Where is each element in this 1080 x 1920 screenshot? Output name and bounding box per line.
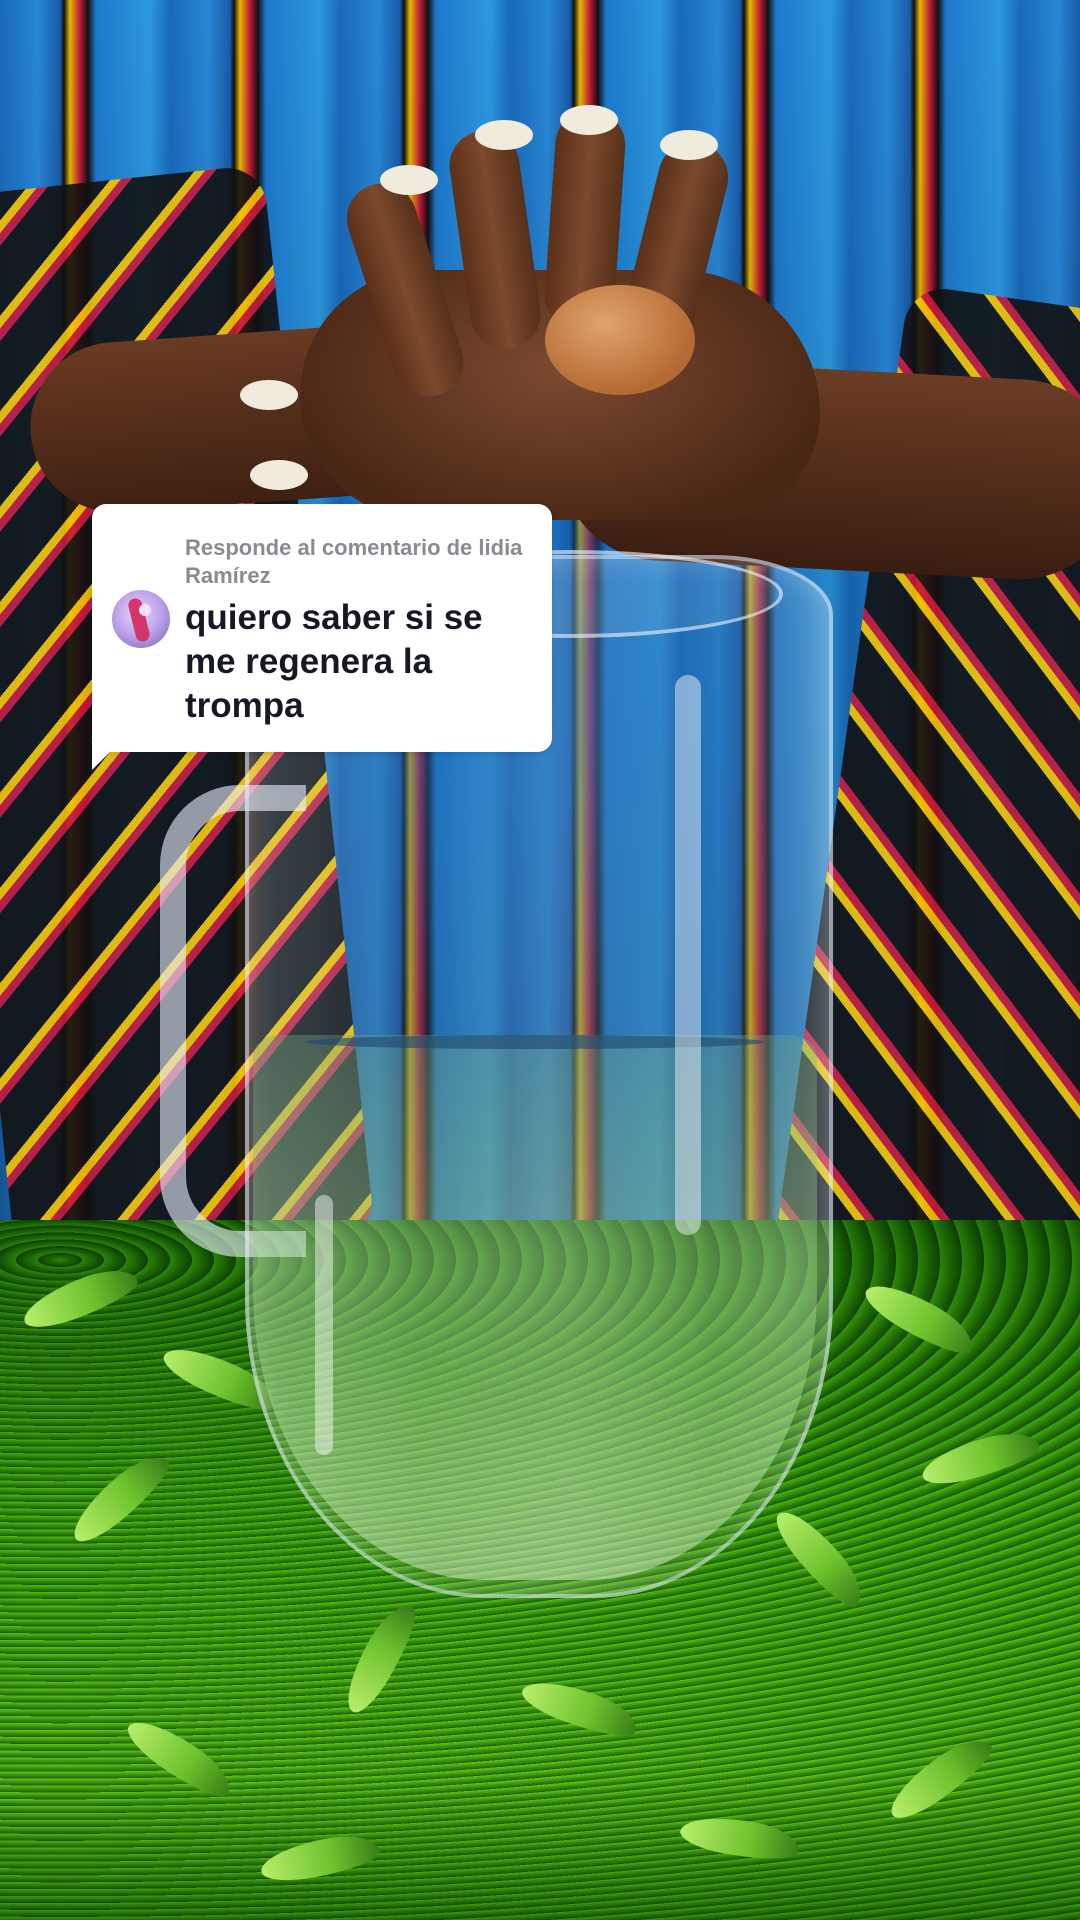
user-avatar-icon [112, 590, 170, 648]
video-scene [0, 0, 1080, 1920]
leaf [517, 1670, 643, 1746]
fingernail [560, 105, 618, 135]
leaf [917, 1425, 1043, 1491]
pitcher-water [253, 1035, 817, 1580]
video-frame: Responde al comentario de lidia Ramírez … [0, 0, 1080, 1920]
glass-glare [675, 675, 701, 1235]
reply-header: Responde al comentario de lidia Ramírez [185, 535, 523, 588]
leaf [17, 1260, 143, 1336]
glass-glare [315, 1195, 333, 1455]
fingernail [380, 165, 438, 195]
avatar-figure-head [139, 604, 151, 616]
fingernail [475, 120, 533, 150]
leaf [859, 1272, 981, 1364]
leaf [257, 1829, 383, 1887]
fingernail [660, 130, 718, 160]
leaf [62, 1445, 178, 1551]
brown-egg [545, 285, 695, 395]
reply-comment-sticker[interactable]: Responde al comentario de lidia Ramírez … [92, 504, 552, 752]
leaf [880, 1728, 1000, 1828]
fingernail [250, 460, 308, 490]
leaf [120, 1708, 240, 1808]
comment-text: quiero saber si se me regenera la trompa [185, 598, 483, 725]
leaf [677, 1809, 803, 1867]
reply-sticker-tail [92, 740, 122, 770]
fingernail [240, 380, 298, 410]
leaf [334, 1597, 426, 1719]
